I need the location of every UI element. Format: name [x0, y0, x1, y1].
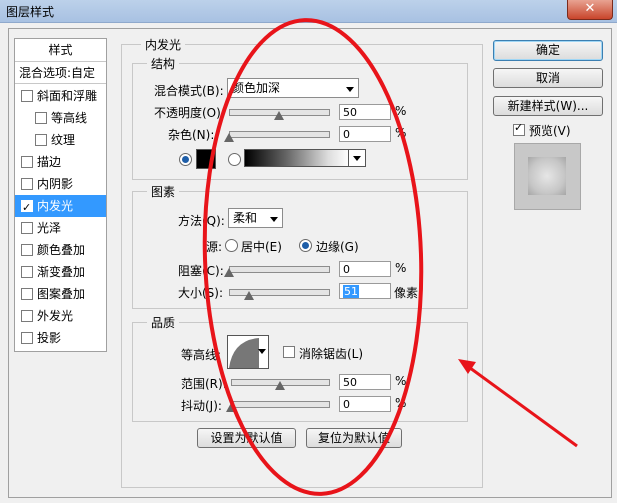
annotation-ellipse — [202, 18, 424, 496]
annotation-overlay — [202, 18, 578, 496]
annotation-arrow-shaft — [465, 363, 578, 448]
